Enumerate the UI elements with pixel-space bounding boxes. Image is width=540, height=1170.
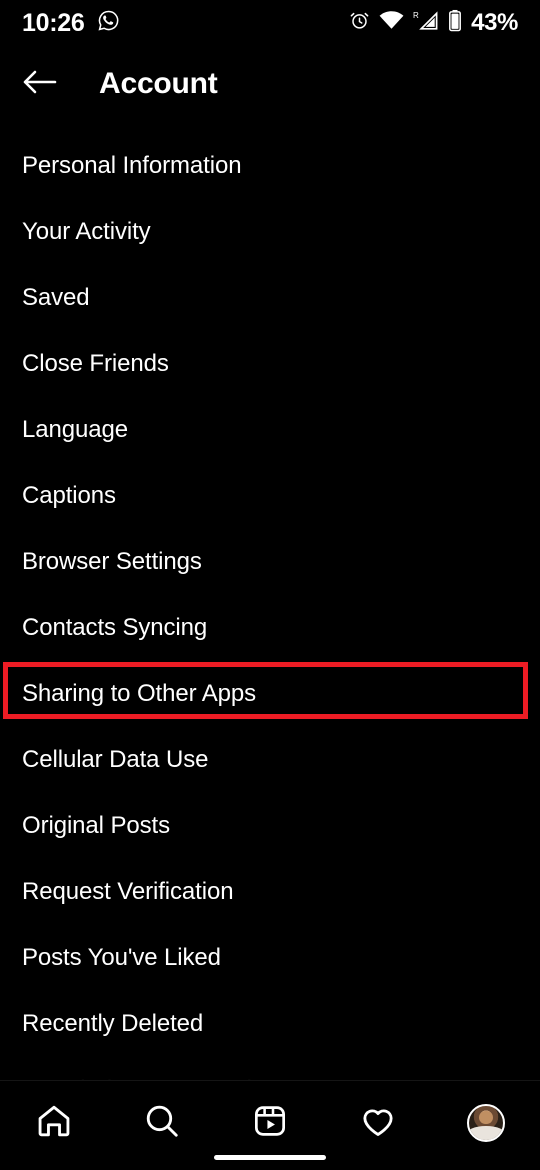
list-item-label: Cellular Data Use: [22, 746, 209, 773]
battery-icon: [448, 9, 462, 37]
list-item-label: Close Friends: [22, 350, 169, 377]
list-item-saved[interactable]: Saved: [0, 265, 540, 331]
list-item-label: Personal Information: [22, 152, 242, 179]
svg-text:R: R: [413, 11, 419, 20]
nav-profile-button[interactable]: [446, 1097, 526, 1149]
settings-list[interactable]: Personal Information Your Activity Saved…: [0, 133, 540, 1080]
cellular-signal-icon: R: [413, 10, 439, 37]
profile-avatar: [467, 1104, 505, 1142]
list-item-captions[interactable]: Captions: [0, 463, 540, 529]
list-item-label: Language: [22, 416, 128, 443]
nav-activity-button[interactable]: [338, 1097, 418, 1149]
list-item-label: Recently Deleted: [22, 1010, 204, 1037]
arrow-left-icon: [22, 67, 58, 102]
list-item-label: Original Posts: [22, 812, 170, 839]
list-item-your-activity[interactable]: Your Activity: [0, 199, 540, 265]
list-item-label: Posts You've Liked: [22, 944, 221, 971]
list-item-label: Your Activity: [22, 218, 151, 245]
status-bar-clock: 10:26: [22, 8, 85, 37]
list-item-recently-deleted[interactable]: Recently Deleted: [0, 991, 540, 1057]
list-item-original-posts[interactable]: Original Posts: [0, 793, 540, 859]
nav-home-button[interactable]: [14, 1097, 94, 1149]
status-bar-right: R 43%: [349, 9, 518, 37]
list-item-label: Captions: [22, 482, 116, 509]
list-item-contacts-syncing[interactable]: Contacts Syncing: [0, 595, 540, 661]
whatsapp-icon: [97, 9, 120, 37]
heart-icon: [359, 1102, 397, 1145]
list-item-request-verification[interactable]: Request Verification: [0, 859, 540, 925]
battery-percent-label: 43%: [471, 9, 518, 36]
status-bar-left: 10:26: [22, 9, 120, 37]
list-item-cellular-data-use[interactable]: Cellular Data Use: [0, 727, 540, 793]
nav-reels-button[interactable]: [230, 1097, 310, 1149]
list-item-branded-content-tools[interactable]: Branded Content Tools: [0, 1057, 540, 1080]
list-item-personal-information[interactable]: Personal Information: [0, 133, 540, 199]
home-icon: [35, 1102, 73, 1145]
list-item-label: Sharing to Other Apps: [22, 680, 257, 707]
list-item-label: Browser Settings: [22, 548, 202, 575]
search-icon: [143, 1102, 181, 1145]
list-item-sharing-to-other-apps[interactable]: Sharing to Other Apps: [0, 661, 540, 727]
page-title: Account: [99, 67, 218, 100]
list-item-label: Saved: [22, 284, 90, 311]
list-item-close-friends[interactable]: Close Friends: [0, 331, 540, 397]
list-item-posts-youve-liked[interactable]: Posts You've Liked: [0, 925, 540, 991]
reels-icon: [252, 1103, 288, 1144]
list-item-language[interactable]: Language: [0, 397, 540, 463]
page-header: Account: [0, 48, 540, 120]
list-item-label: Request Verification: [22, 878, 234, 905]
alarm-icon: [349, 10, 370, 36]
status-bar: 10:26 R 43%: [0, 0, 540, 46]
list-item-label: Contacts Syncing: [22, 614, 208, 641]
wifi-icon: [379, 10, 404, 36]
nav-search-button[interactable]: [122, 1097, 202, 1149]
home-indicator: [214, 1155, 326, 1160]
list-item-browser-settings[interactable]: Browser Settings: [0, 529, 540, 595]
back-button[interactable]: [7, 51, 73, 117]
